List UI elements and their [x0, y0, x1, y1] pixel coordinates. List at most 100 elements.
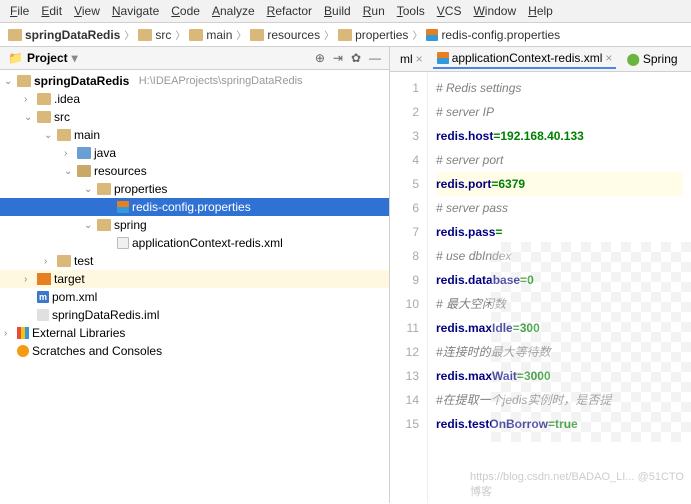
breadcrumb-item[interactable]: properties [338, 28, 408, 42]
menu-file[interactable]: File [10, 4, 29, 18]
xml-icon [117, 237, 129, 249]
tree-iml[interactable]: springDataRedis.iml [0, 306, 389, 324]
tree-target[interactable]: ›target [0, 270, 389, 288]
project-tree: ⌄ springDataRedis H:\IDEAProjects\spring… [0, 70, 389, 503]
scratch-icon [17, 345, 29, 357]
tab-ml[interactable]: ml × [396, 50, 427, 68]
tree-resources[interactable]: ⌄resources [0, 162, 389, 180]
menu-navigate[interactable]: Navigate [112, 4, 159, 18]
tree-pom[interactable]: m pom.xml [0, 288, 389, 306]
line-number: 8 [390, 244, 419, 268]
gutter: 123456789101112131415 [390, 72, 428, 503]
menu-code[interactable]: Code [171, 4, 200, 18]
target-icon[interactable]: ⊕ [315, 51, 325, 65]
editor-tabs: ml × applicationContext-redis.xml × ⬤Spr… [390, 47, 691, 72]
line-number: 4 [390, 148, 419, 172]
menu-build[interactable]: Build [324, 4, 351, 18]
menu-edit[interactable]: Edit [41, 4, 62, 18]
line-number: 15 [390, 412, 419, 436]
tab-spring[interactable]: ⬤Spring [622, 50, 681, 68]
menu-analyze[interactable]: Analyze [212, 4, 255, 18]
menu-run[interactable]: Run [363, 4, 385, 18]
menu-window[interactable]: Window [473, 4, 516, 18]
maven-icon: m [37, 291, 49, 303]
collapse-icon[interactable]: ⇥ [333, 51, 343, 65]
menu-help[interactable]: Help [528, 4, 553, 18]
tab-context[interactable]: applicationContext-redis.xml × [433, 49, 617, 69]
breadcrumb-item[interactable]: springDataRedis [8, 28, 120, 42]
panel-header: 📁 Project ▾ ⊕ ⇥ ✿ — [0, 47, 389, 70]
code-line[interactable]: redis.pass= [436, 220, 683, 244]
folder-icon [138, 29, 152, 41]
code-line[interactable]: redis.testOnBorrow=true [436, 412, 683, 436]
code-line[interactable]: #连接时的最大等待数 [436, 340, 683, 364]
folder-icon [250, 29, 264, 41]
tree-root[interactable]: ⌄ springDataRedis H:\IDEAProjects\spring… [0, 72, 389, 90]
folder-icon [189, 29, 203, 41]
tree-spring-file[interactable]: applicationContext-redis.xml [0, 234, 389, 252]
editor-panel: ml × applicationContext-redis.xml × ⬤Spr… [390, 47, 691, 503]
menu-tools[interactable]: Tools [397, 4, 425, 18]
tree-main[interactable]: ⌄main [0, 126, 389, 144]
panel-title: Project [27, 51, 68, 65]
line-number: 14 [390, 388, 419, 412]
tree-src[interactable]: ⌄src [0, 108, 389, 126]
code-line[interactable]: # server IP [436, 100, 683, 124]
tree-extlib[interactable]: › External Libraries [0, 324, 389, 342]
file-icon [37, 309, 49, 321]
hide-icon[interactable]: — [369, 51, 381, 65]
line-number: 12 [390, 340, 419, 364]
tree-test[interactable]: ›test [0, 252, 389, 270]
breadcrumb-item[interactable]: redis-config.properties [426, 28, 560, 42]
code-line[interactable]: # 最大空闲数 [436, 292, 683, 316]
breadcrumb-sep: 〉 [412, 27, 422, 42]
code-line[interactable]: redis.maxIdle=300 [436, 316, 683, 340]
settings-icon[interactable]: ✿ [351, 51, 361, 65]
code-line[interactable]: redis.host=192.168.40.133 [436, 124, 683, 148]
tree-spring[interactable]: ⌄spring [0, 216, 389, 234]
menu-vcs[interactable]: VCS [437, 4, 462, 18]
line-number: 3 [390, 124, 419, 148]
code-editor[interactable]: 123456789101112131415 # Redis settings# … [390, 72, 691, 503]
tree-java[interactable]: ›java [0, 144, 389, 162]
breadcrumb-item[interactable]: resources [250, 28, 320, 42]
close-icon[interactable]: × [605, 51, 612, 65]
code-line[interactable]: redis.port=6379 [436, 172, 683, 196]
line-number: 6 [390, 196, 419, 220]
folder-icon [338, 29, 352, 41]
code-area[interactable]: # Redis settings# server IPredis.host=19… [428, 72, 691, 503]
breadcrumb-sep: 〉 [236, 27, 246, 42]
properties-icon [117, 201, 129, 213]
line-number: 13 [390, 364, 419, 388]
project-icon: 📁 [8, 51, 23, 65]
breadcrumb: springDataRedis 〉 src 〉 main 〉 resources 〉 prope… [0, 23, 691, 47]
tree-idea[interactable]: ›.idea [0, 90, 389, 108]
dropdown-icon[interactable]: ▾ [72, 51, 78, 65]
line-number: 1 [390, 76, 419, 100]
code-line[interactable]: # Redis settings [436, 76, 683, 100]
line-number: 7 [390, 220, 419, 244]
menu-bar: File Edit View Navigate Code Analyze Refactor B… [0, 0, 691, 23]
menu-view[interactable]: View [74, 4, 100, 18]
properties-icon [437, 52, 449, 64]
folder-icon [8, 29, 22, 41]
line-number: 10 [390, 292, 419, 316]
line-number: 11 [390, 316, 419, 340]
code-line[interactable]: # use dbIndex [436, 244, 683, 268]
tree-scratch[interactable]: Scratches and Consoles [0, 342, 389, 360]
breadcrumb-sep: 〉 [324, 27, 334, 42]
breadcrumb-item[interactable]: src [138, 28, 171, 42]
code-line[interactable]: #在提取一个jedis实例时，是否提 [436, 388, 683, 412]
tree-properties[interactable]: ⌄properties [0, 180, 389, 198]
code-line[interactable]: redis.maxWait=3000 [436, 364, 683, 388]
close-icon[interactable]: × [416, 52, 423, 66]
line-number: 2 [390, 100, 419, 124]
code-line[interactable]: # server port [436, 148, 683, 172]
code-line[interactable]: redis.database=0 [436, 268, 683, 292]
code-line[interactable]: # server pass [436, 196, 683, 220]
tree-selected-file[interactable]: redis-config.properties [0, 198, 389, 216]
menu-refactor[interactable]: Refactor [267, 4, 312, 18]
library-icon [17, 327, 29, 339]
breadcrumb-sep: 〉 [124, 27, 134, 42]
breadcrumb-item[interactable]: main [189, 28, 232, 42]
